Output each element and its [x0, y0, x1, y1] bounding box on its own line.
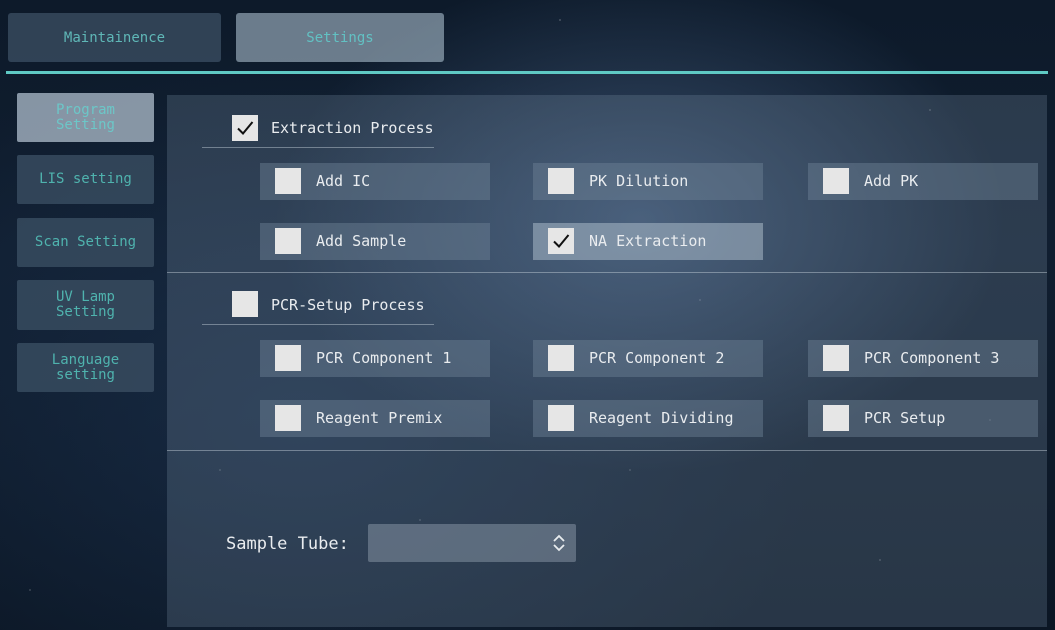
option-pcr-component-2[interactable]: PCR Component 2 — [533, 340, 763, 377]
option-add-ic[interactable]: Add IC — [260, 163, 490, 200]
option-pcr-component-3[interactable]: PCR Component 3 — [808, 340, 1038, 377]
pk-dilution-checkbox[interactable] — [548, 168, 574, 194]
sample-tube-label: Sample Tube: — [226, 534, 349, 554]
option-label: PCR Component 1 — [316, 349, 452, 367]
option-label: PK Dilution — [589, 172, 689, 190]
sidebar-item-language-setting[interactable]: Language setting — [17, 343, 154, 392]
option-reagent-premix[interactable]: Reagent Premix — [260, 400, 490, 437]
reagent-dividing-checkbox[interactable] — [548, 405, 574, 431]
option-na-extraction[interactable]: NA Extraction — [533, 223, 763, 260]
pcr-component-1-checkbox[interactable] — [275, 345, 301, 371]
add-pk-checkbox[interactable] — [823, 168, 849, 194]
option-label: NA Extraction — [589, 232, 707, 250]
option-add-sample[interactable]: Add Sample — [260, 223, 490, 260]
checkmark-icon — [553, 234, 570, 248]
pcr-underline — [202, 324, 434, 325]
up-down-arrows-icon — [553, 534, 565, 552]
reagent-premix-checkbox[interactable] — [275, 405, 301, 431]
section-divider — [167, 272, 1047, 273]
checkmark-icon — [237, 121, 254, 135]
option-label: Reagent Premix — [316, 409, 443, 427]
sample-tube-select[interactable] — [368, 524, 576, 562]
option-label: Add PK — [864, 172, 919, 190]
option-label: Reagent Dividing — [589, 409, 734, 427]
na-extraction-checkbox[interactable] — [548, 228, 574, 254]
pcr-setup-process-label: PCR-Setup Process — [271, 296, 425, 314]
option-pcr-setup[interactable]: PCR Setup — [808, 400, 1038, 437]
sidebar-item-program-setting[interactable]: Program Setting — [17, 93, 154, 142]
add-sample-checkbox[interactable] — [275, 228, 301, 254]
extraction-process-checkbox[interactable] — [232, 115, 258, 141]
option-pk-dilution[interactable]: PK Dilution — [533, 163, 763, 200]
sidebar-item-scan-setting[interactable]: Scan Setting — [17, 218, 154, 267]
pcr-component-2-checkbox[interactable] — [548, 345, 574, 371]
option-label: Add Sample — [316, 232, 407, 250]
extraction-process-label: Extraction Process — [271, 119, 434, 137]
extraction-underline — [202, 147, 434, 148]
header-divider — [6, 71, 1048, 74]
pcr-setup-checkbox[interactable] — [823, 405, 849, 431]
option-label: Add IC — [316, 172, 371, 190]
sidebar-item-uv-lamp-setting[interactable]: UV Lamp Setting — [17, 280, 154, 330]
tab-maintenance[interactable]: Maintainence — [8, 13, 221, 62]
option-reagent-dividing[interactable]: Reagent Dividing — [533, 400, 763, 437]
option-add-pk[interactable]: Add PK — [808, 163, 1038, 200]
option-label: PCR Component 3 — [864, 349, 1000, 367]
option-pcr-component-1[interactable]: PCR Component 1 — [260, 340, 490, 377]
pcr-setup-process-checkbox[interactable] — [232, 291, 258, 317]
sidebar-item-lis-setting[interactable]: LIS setting — [17, 155, 154, 204]
pcr-component-3-checkbox[interactable] — [823, 345, 849, 371]
option-label: PCR Component 2 — [589, 349, 725, 367]
add-ic-checkbox[interactable] — [275, 168, 301, 194]
section-divider — [167, 450, 1047, 451]
option-label: PCR Setup — [864, 409, 946, 427]
tab-settings[interactable]: Settings — [236, 13, 444, 62]
